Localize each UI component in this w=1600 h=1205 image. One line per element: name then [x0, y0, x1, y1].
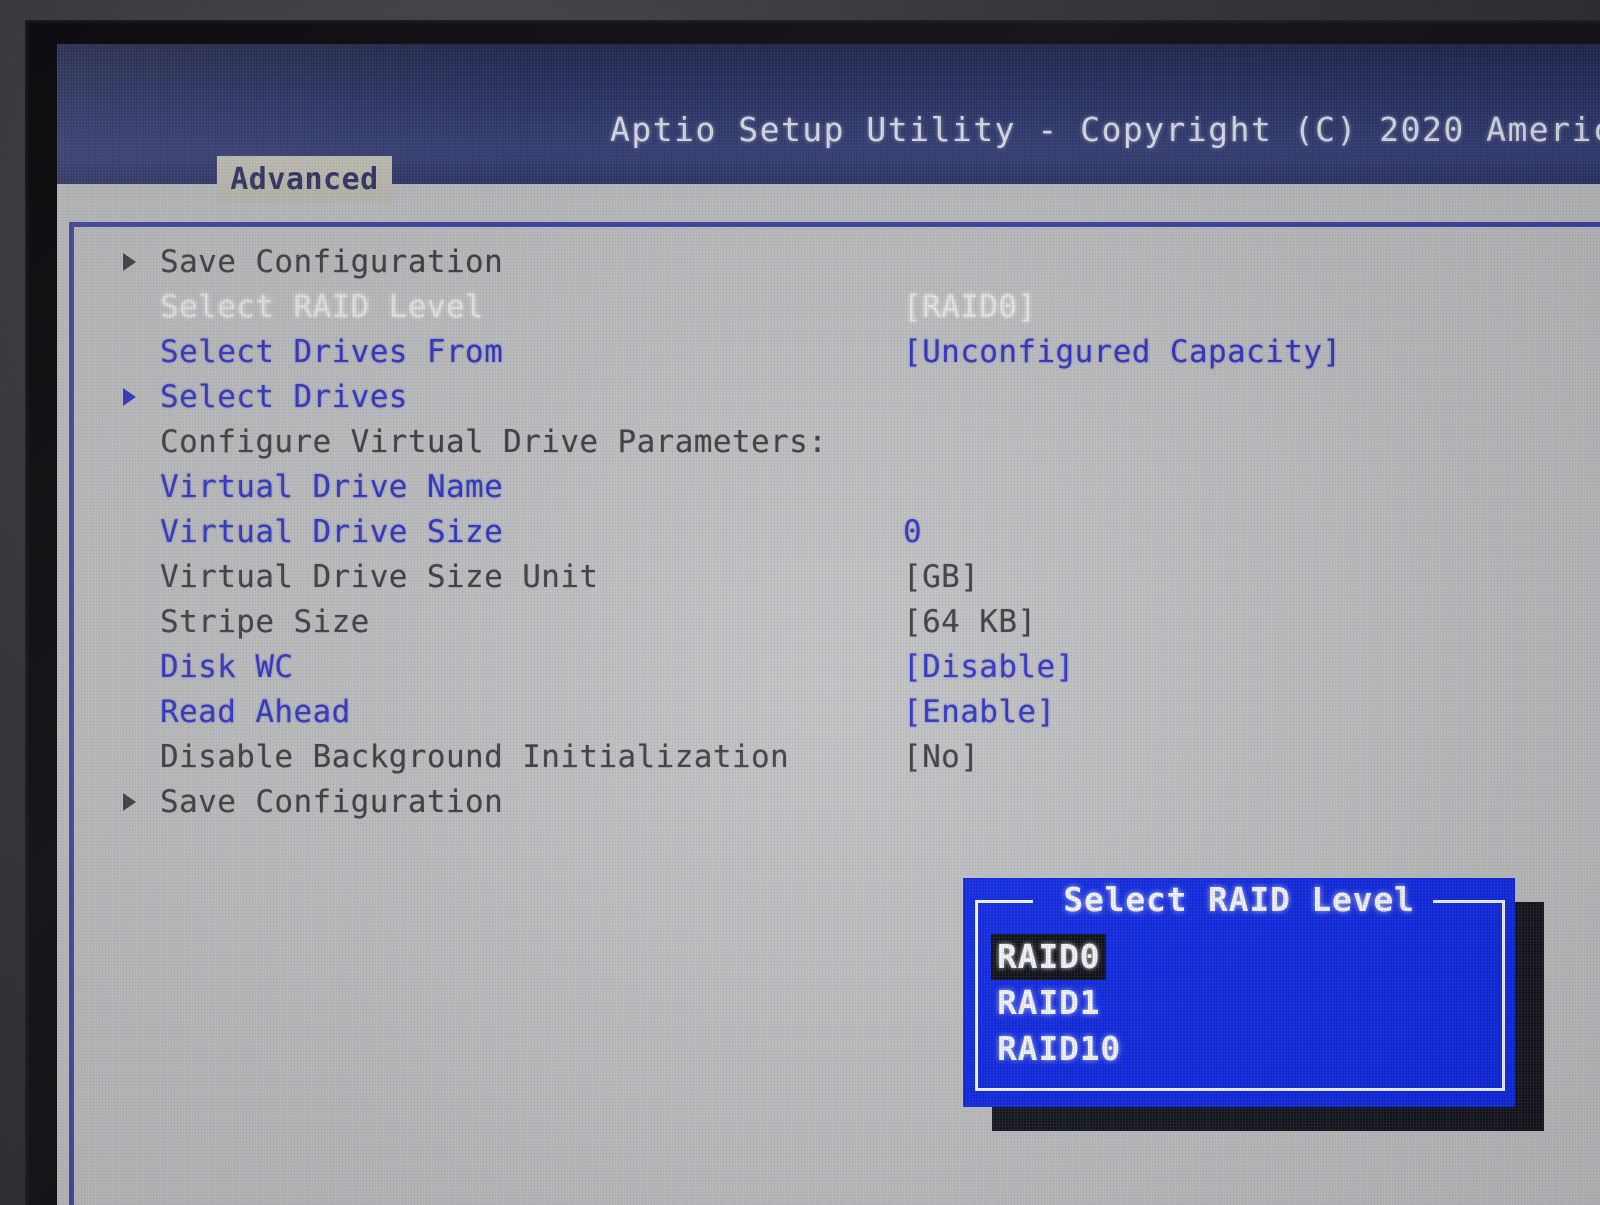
menu-row-value[interactable]: [64 KB]: [903, 604, 1036, 640]
submenu-arrow-icon: [123, 792, 136, 811]
menu-row-label: Disable Background Initialization: [160, 738, 790, 775]
select-raid-level-dialog: Select RAID Level RAID0 RAID1 RAID10: [963, 878, 1515, 1107]
menu-row-label: Virtual Drive Name: [160, 468, 504, 505]
menu-row-value[interactable]: [GB]: [903, 559, 979, 595]
menu-row[interactable]: Configure Virtual Drive Parameters:: [75, 419, 1575, 464]
tab-advanced-label: Advanced: [230, 161, 379, 197]
menu-row-value[interactable]: [Unconfigured Capacity]: [903, 334, 1341, 370]
panel-frame-top: [69, 222, 1600, 227]
menu-row-value[interactable]: [RAID0]: [903, 289, 1036, 325]
dialog-option-raid0[interactable]: RAID0: [991, 934, 1107, 980]
dialog-title: Select RAID Level: [1063, 880, 1415, 919]
menu-row[interactable]: Read Ahead [Enable]: [75, 689, 1575, 734]
dialog-option-row[interactable]: RAID10: [991, 1026, 1127, 1072]
menu-row[interactable]: Disk WC [Disable]: [75, 644, 1575, 689]
tab-advanced[interactable]: Advanced: [217, 156, 392, 202]
menu-row-label: Virtual Drive Size Unit: [160, 558, 599, 595]
submenu-arrow-icon: [123, 252, 136, 271]
page-title: Aptio Setup Utility - Copyright (C) 2020…: [610, 110, 1600, 149]
menu-row[interactable]: Virtual Drive Size Unit [GB]: [75, 554, 1575, 599]
menu-row-value[interactable]: [Enable]: [903, 694, 1056, 730]
monitor-photo-background: Aptio Setup Utility - Copyright (C) 2020…: [0, 0, 1600, 1205]
menu-row-label: Select Drives: [160, 378, 408, 415]
menu-row-label: Select Drives From: [160, 333, 504, 370]
panel-frame-left: [69, 222, 74, 1205]
menu-row[interactable]: Select Drives: [75, 374, 1575, 419]
menu-row[interactable]: Stripe Size [64 KB]: [75, 599, 1575, 644]
bios-screen: Aptio Setup Utility - Copyright (C) 2020…: [57, 44, 1600, 1205]
menu-row[interactable]: Select Drives From [Unconfigured Capacity…: [75, 329, 1575, 374]
menu-row-label: Select RAID Level: [160, 288, 485, 325]
bios-menu-list: Save Configuration Select RAID Level [RAID…: [75, 239, 1575, 824]
menu-row-value[interactable]: [No]: [903, 739, 979, 775]
menu-row-label: Configure Virtual Drive Parameters:: [160, 423, 828, 460]
menu-row-label: Read Ahead: [160, 693, 351, 730]
menu-row[interactable]: Virtual Drive Name: [75, 464, 1575, 509]
dialog-option-row[interactable]: RAID0: [991, 934, 1127, 980]
menu-row[interactable]: Save Configuration: [75, 779, 1575, 824]
menu-row-label: Save Configuration: [160, 243, 504, 280]
menu-row[interactable]: Virtual Drive Size 0: [75, 509, 1575, 554]
menu-row[interactable]: Disable Background Initialization [No]: [75, 734, 1575, 779]
menu-row-label: Disk WC: [160, 648, 294, 685]
dialog-option-raid1[interactable]: RAID1: [991, 980, 1106, 1026]
dialog-option-list: RAID0 RAID1 RAID10: [991, 934, 1127, 1072]
menu-row[interactable]: Select RAID Level [RAID0]: [75, 284, 1575, 329]
menu-row-value[interactable]: 0: [903, 514, 922, 550]
menu-row-value[interactable]: [Disable]: [903, 649, 1075, 685]
submenu-arrow-icon: [123, 387, 136, 406]
menu-row[interactable]: Save Configuration: [75, 239, 1575, 284]
menu-row-label: Stripe Size: [160, 603, 370, 640]
menu-row-label: Save Configuration: [160, 783, 504, 820]
dialog-option-raid10[interactable]: RAID10: [991, 1026, 1127, 1072]
dialog-option-row[interactable]: RAID1: [991, 980, 1127, 1026]
menu-row-label: Virtual Drive Size: [160, 513, 504, 550]
